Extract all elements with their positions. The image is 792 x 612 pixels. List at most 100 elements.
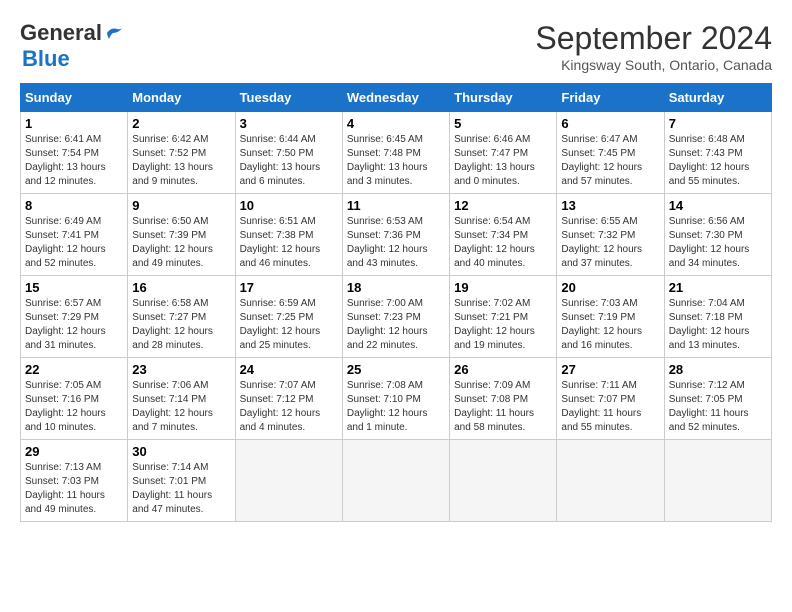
calendar-cell: 10Sunrise: 6:51 AMSunset: 7:38 PMDayligh… [235,194,342,276]
day-info: Sunrise: 6:41 AMSunset: 7:54 PMDaylight:… [25,133,123,189]
title-block: September 2024 Kingsway South, Ontario, … [535,20,772,73]
day-info: Sunrise: 7:03 AMSunset: 7:19 PMDaylight:… [561,297,659,353]
day-number: 9 [132,198,230,213]
calendar-cell: 8 Sunrise: 6:49 AMSunset: 7:41 PMDaylight… [21,194,128,276]
day-info: Sunrise: 7:11 AMSunset: 7:07 PMDaylight:… [561,379,659,435]
day-info: Sunrise: 7:07 AMSunset: 7:12 PMDaylight:… [240,379,338,435]
calendar-cell: 16 Sunrise: 6:58 AMSunset: 7:27 PMDayligh… [128,276,235,358]
calendar-cell: 22Sunrise: 7:05 AMSunset: 7:16 PMDayligh… [21,358,128,440]
calendar-cell: 5 Sunrise: 6:46 AMSunset: 7:47 PMDaylight… [450,112,557,194]
calendar-cell: 17 Sunrise: 6:59 AMSunset: 7:25 PMDayligh… [235,276,342,358]
calendar-cell: 11 Sunrise: 6:53 AMSunset: 7:36 PMDayligh… [342,194,449,276]
day-number: 8 [25,198,123,213]
day-number: 18 [347,280,445,295]
day-number: 21 [669,280,767,295]
calendar-cell: 9Sunrise: 6:50 AMSunset: 7:39 PMDaylight… [128,194,235,276]
calendar-week-row: 22Sunrise: 7:05 AMSunset: 7:16 PMDayligh… [21,358,772,440]
day-info: Sunrise: 6:59 AMSunset: 7:25 PMDaylight:… [240,297,338,353]
day-info: Sunrise: 6:42 AMSunset: 7:52 PMDaylight:… [132,133,230,189]
calendar-cell [235,440,342,522]
calendar-cell: 14 Sunrise: 6:56 AMSunset: 7:30 PMDayligh… [664,194,771,276]
day-number: 7 [669,116,767,131]
weekday-header-saturday: Saturday [664,84,771,112]
calendar-cell: 28 Sunrise: 7:12 AMSunset: 7:05 PMDayligh… [664,358,771,440]
calendar-cell: 18 Sunrise: 7:00 AMSunset: 7:23 PMDayligh… [342,276,449,358]
calendar-cell: 26 Sunrise: 7:09 AMSunset: 7:08 PMDayligh… [450,358,557,440]
day-info: Sunrise: 6:46 AMSunset: 7:47 PMDaylight:… [454,133,552,189]
calendar-week-row: 8 Sunrise: 6:49 AMSunset: 7:41 PMDaylight… [21,194,772,276]
day-number: 14 [669,198,767,213]
day-number: 19 [454,280,552,295]
calendar-header-row: SundayMondayTuesdayWednesdayThursdayFrid… [21,84,772,112]
day-info: Sunrise: 7:02 AMSunset: 7:21 PMDaylight:… [454,297,552,353]
day-info: Sunrise: 6:57 AMSunset: 7:29 PMDaylight:… [25,297,123,353]
day-info: Sunrise: 7:13 AMSunset: 7:03 PMDaylight:… [25,461,123,517]
calendar-cell: 6 Sunrise: 6:47 AMSunset: 7:45 PMDaylight… [557,112,664,194]
weekday-header-thursday: Thursday [450,84,557,112]
logo-general: General [20,20,102,46]
calendar-cell: 27Sunrise: 7:11 AMSunset: 7:07 PMDayligh… [557,358,664,440]
day-number: 28 [669,362,767,377]
day-number: 23 [132,362,230,377]
day-info: Sunrise: 7:12 AMSunset: 7:05 PMDaylight:… [669,379,767,435]
day-number: 12 [454,198,552,213]
day-number: 24 [240,362,338,377]
calendar-cell: 2 Sunrise: 6:42 AMSunset: 7:52 PMDaylight… [128,112,235,194]
day-info: Sunrise: 7:08 AMSunset: 7:10 PMDaylight:… [347,379,445,435]
day-number: 1 [25,116,123,131]
day-info: Sunrise: 7:09 AMSunset: 7:08 PMDaylight:… [454,379,552,435]
month-title: September 2024 [535,20,772,57]
day-info: Sunrise: 6:51 AMSunset: 7:38 PMDaylight:… [240,215,338,271]
calendar-cell: 20 Sunrise: 7:03 AMSunset: 7:19 PMDayligh… [557,276,664,358]
day-info: Sunrise: 6:44 AMSunset: 7:50 PMDaylight:… [240,133,338,189]
calendar-table: SundayMondayTuesdayWednesdayThursdayFrid… [20,83,772,522]
location: Kingsway South, Ontario, Canada [535,57,772,73]
logo: General Blue [20,20,125,72]
weekday-header-tuesday: Tuesday [235,84,342,112]
day-info: Sunrise: 7:05 AMSunset: 7:16 PMDaylight:… [25,379,123,435]
calendar-cell: 21 Sunrise: 7:04 AMSunset: 7:18 PMDayligh… [664,276,771,358]
calendar-cell [342,440,449,522]
calendar-cell: 24 Sunrise: 7:07 AMSunset: 7:12 PMDayligh… [235,358,342,440]
calendar-cell: 23Sunrise: 7:06 AMSunset: 7:14 PMDayligh… [128,358,235,440]
day-number: 2 [132,116,230,131]
calendar-cell: 13 Sunrise: 6:55 AMSunset: 7:32 PMDayligh… [557,194,664,276]
day-info: Sunrise: 6:58 AMSunset: 7:27 PMDaylight:… [132,297,230,353]
day-number: 5 [454,116,552,131]
day-info: Sunrise: 7:00 AMSunset: 7:23 PMDaylight:… [347,297,445,353]
day-info: Sunrise: 6:53 AMSunset: 7:36 PMDaylight:… [347,215,445,271]
calendar-week-row: 15Sunrise: 6:57 AMSunset: 7:29 PMDayligh… [21,276,772,358]
calendar-cell: 19 Sunrise: 7:02 AMSunset: 7:21 PMDayligh… [450,276,557,358]
calendar-cell [557,440,664,522]
day-info: Sunrise: 6:47 AMSunset: 7:45 PMDaylight:… [561,133,659,189]
day-info: Sunrise: 7:04 AMSunset: 7:18 PMDaylight:… [669,297,767,353]
day-number: 13 [561,198,659,213]
page-header: General Blue September 2024 Kingsway Sou… [20,20,772,73]
day-number: 30 [132,444,230,459]
calendar-cell: 4Sunrise: 6:45 AMSunset: 7:48 PMDaylight… [342,112,449,194]
calendar-cell: 25 Sunrise: 7:08 AMSunset: 7:10 PMDayligh… [342,358,449,440]
day-number: 17 [240,280,338,295]
calendar-cell [664,440,771,522]
calendar-cell: 7Sunrise: 6:48 AMSunset: 7:43 PMDaylight… [664,112,771,194]
day-number: 20 [561,280,659,295]
day-info: Sunrise: 6:56 AMSunset: 7:30 PMDaylight:… [669,215,767,271]
calendar-cell: 30 Sunrise: 7:14 AMSunset: 7:01 PMDayligh… [128,440,235,522]
calendar-cell: 3 Sunrise: 6:44 AMSunset: 7:50 PMDaylight… [235,112,342,194]
calendar-week-row: 1 Sunrise: 6:41 AMSunset: 7:54 PMDaylight… [21,112,772,194]
day-info: Sunrise: 6:55 AMSunset: 7:32 PMDaylight:… [561,215,659,271]
day-number: 11 [347,198,445,213]
day-number: 25 [347,362,445,377]
day-info: Sunrise: 6:49 AMSunset: 7:41 PMDaylight:… [25,215,123,271]
day-info: Sunrise: 6:54 AMSunset: 7:34 PMDaylight:… [454,215,552,271]
calendar-week-row: 29Sunrise: 7:13 AMSunset: 7:03 PMDayligh… [21,440,772,522]
day-info: Sunrise: 7:14 AMSunset: 7:01 PMDaylight:… [132,461,230,517]
day-number: 3 [240,116,338,131]
day-number: 6 [561,116,659,131]
day-number: 16 [132,280,230,295]
weekday-header-friday: Friday [557,84,664,112]
day-info: Sunrise: 6:45 AMSunset: 7:48 PMDaylight:… [347,133,445,189]
calendar-cell: 1 Sunrise: 6:41 AMSunset: 7:54 PMDaylight… [21,112,128,194]
day-number: 26 [454,362,552,377]
weekday-header-wednesday: Wednesday [342,84,449,112]
